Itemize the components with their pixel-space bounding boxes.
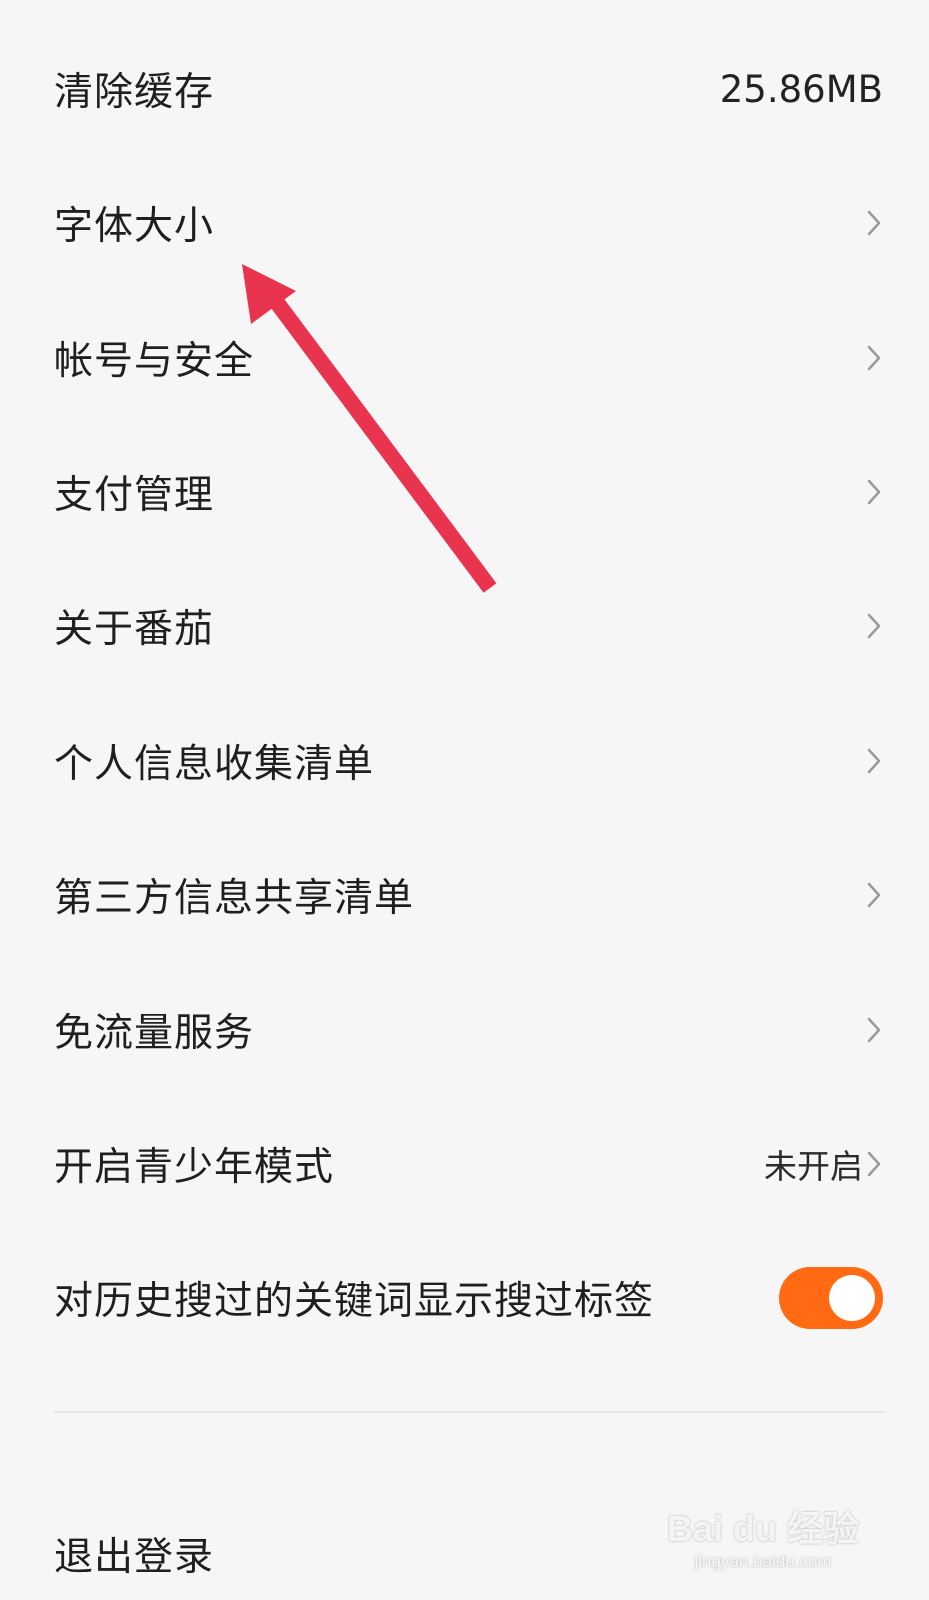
search-tag-row: 对历史搜过的关键词显示搜过标签 (0, 1230, 929, 1366)
clear-cache-label: 清除缓存 (54, 70, 215, 115)
payment-row[interactable]: 支付管理 (0, 424, 929, 560)
toggle-knob (829, 1275, 875, 1321)
watermark-url: jingyan.baidu.com (694, 1552, 832, 1571)
chevron-right-icon (867, 479, 881, 505)
third-party-label: 第三方信息共享清单 (54, 876, 415, 921)
about-row[interactable]: 关于番茄 (0, 558, 929, 694)
cache-size-value: 25.86MB (719, 67, 883, 111)
payment-label: 支付管理 (54, 473, 215, 518)
watermark-brand: Bai du 经验 (666, 1508, 859, 1549)
teen-mode-status: 未开启 (764, 1147, 863, 1186)
personal-info-label: 个人信息收集清单 (54, 742, 375, 787)
search-tag-toggle[interactable] (779, 1267, 883, 1329)
logout-label: 退出登录 (54, 1535, 215, 1580)
teen-mode-label: 开启青少年模式 (54, 1145, 335, 1190)
third-party-row[interactable]: 第三方信息共享清单 (0, 827, 929, 963)
chevron-right-icon (867, 345, 881, 371)
teen-mode-row[interactable]: 开启青少年模式 未开启 (0, 1096, 929, 1232)
chevron-right-icon (867, 1151, 881, 1177)
data-free-label: 免流量服务 (54, 1011, 255, 1056)
personal-info-row[interactable]: 个人信息收集清单 (0, 693, 929, 829)
clear-cache-row[interactable]: 清除缓存 25.86MB (0, 21, 929, 157)
font-size-row[interactable]: 字体大小 (0, 155, 929, 291)
account-security-row[interactable]: 帐号与安全 (0, 290, 929, 426)
chevron-right-icon (867, 613, 881, 639)
chevron-right-icon (867, 748, 881, 774)
font-size-label: 字体大小 (54, 204, 215, 249)
search-tag-label: 对历史搜过的关键词显示搜过标签 (54, 1279, 655, 1324)
account-security-label: 帐号与安全 (54, 339, 255, 384)
data-free-row[interactable]: 免流量服务 (0, 962, 929, 1098)
about-label: 关于番茄 (54, 607, 215, 652)
settings-page: 清除缓存 25.86MB 字体大小 帐号与安全 支付管理 关于番茄 个人信息收集… (0, 0, 929, 1600)
teen-mode-right: 未开启 (764, 1140, 883, 1188)
chevron-right-icon (867, 210, 881, 236)
baidu-jingyan-watermark: Bai du 经验 jingyan.baidu.com (667, 1500, 859, 1572)
chevron-right-icon (867, 1017, 881, 1043)
chevron-right-icon (867, 882, 881, 908)
section-divider (54, 1411, 885, 1413)
